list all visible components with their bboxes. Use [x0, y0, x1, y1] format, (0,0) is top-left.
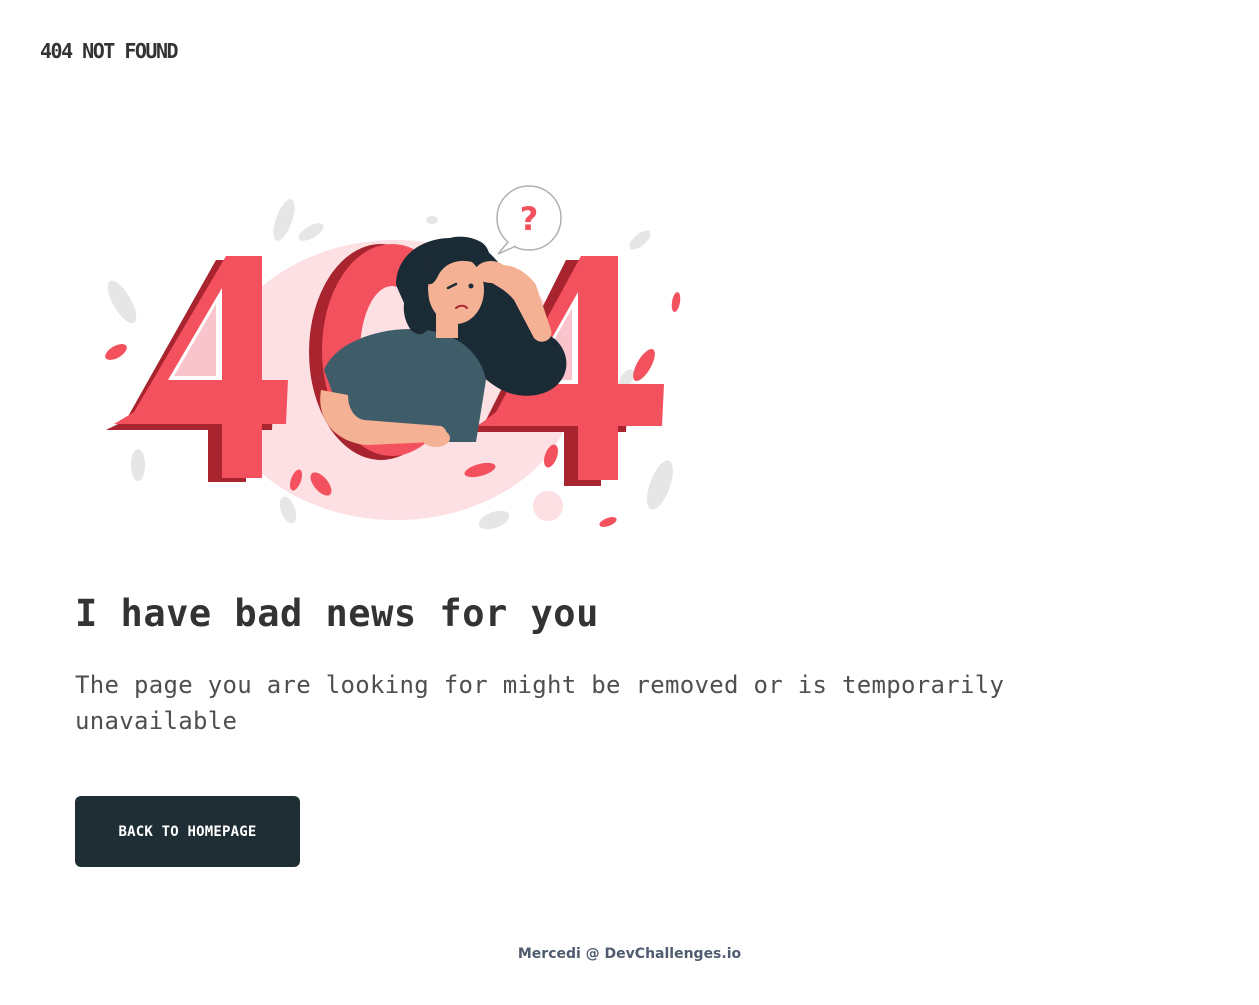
site-logo[interactable]: 404 NOT FOUND	[40, 39, 179, 63]
footer-credit: Mercedi @ DevChallenges.io	[517, 946, 742, 962]
question-mark: ?	[520, 200, 539, 238]
back-to-homepage-button[interactable]: BACK TO HOMEPAGE	[75, 796, 300, 867]
question-speech-bubble: ?	[496, 185, 562, 255]
error-description: The page you are looking for might be re…	[75, 671, 1005, 735]
pink-dot-decoration	[533, 491, 563, 521]
page-title: I have bad news for you	[75, 592, 599, 635]
digit-four-left	[106, 256, 288, 482]
404-illustration: ?	[105, 185, 681, 530]
